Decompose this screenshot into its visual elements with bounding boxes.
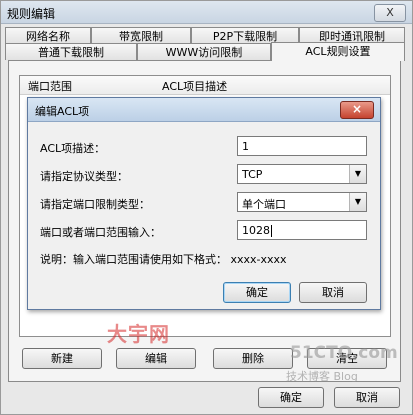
watermark-51cto: 51CTO.com bbox=[290, 343, 398, 363]
column-port-range[interactable]: 端口范围 bbox=[28, 78, 72, 94]
text-caret bbox=[271, 225, 272, 237]
acl-description-label: ACL项描述： bbox=[40, 142, 106, 155]
watermark-blog: 技术博客 Blog bbox=[286, 370, 358, 383]
tab-network-name[interactable]: 网络名称 bbox=[5, 27, 91, 44]
edit-button[interactable]: 编辑 bbox=[116, 348, 196, 369]
format-note: 说明：输入端口范围请使用如下格式： xxxx-xxxx bbox=[40, 253, 287, 266]
dialog-close-button[interactable]: × bbox=[340, 101, 374, 119]
acl-description-value: 1 bbox=[242, 140, 249, 153]
watermark-dayuwang: 大宇网 bbox=[107, 322, 170, 346]
tab-www-access-limit[interactable]: WWW访问限制 bbox=[137, 43, 271, 60]
port-range-input-label: 端口或者端口范围输入： bbox=[40, 226, 161, 239]
tab-bandwidth-limit[interactable]: 带宽限制 bbox=[91, 27, 191, 44]
protocol-type-value: TCP bbox=[242, 168, 263, 181]
chevron-down-icon[interactable]: ▼ bbox=[349, 193, 366, 211]
acl-list-header: 端口范围 ACL项目描述 bbox=[20, 76, 390, 95]
chevron-down-icon[interactable]: ▼ bbox=[349, 165, 366, 183]
window-title: 规则编辑 bbox=[7, 7, 56, 21]
port-range-input[interactable]: 1028 bbox=[237, 220, 367, 240]
column-acl-description[interactable]: ACL项目描述 bbox=[162, 78, 227, 94]
ok-button[interactable]: 确定 bbox=[258, 387, 324, 408]
acl-description-input[interactable]: 1 bbox=[237, 136, 367, 156]
new-button[interactable]: 新建 bbox=[22, 348, 102, 369]
window-close-button[interactable]: X bbox=[374, 4, 406, 22]
dialog-cancel-button[interactable]: 取消 bbox=[299, 282, 367, 303]
protocol-type-label: 请指定协议类型： bbox=[40, 170, 128, 183]
dialog-ok-button[interactable]: 确定 bbox=[223, 282, 291, 303]
port-limit-type-select[interactable]: 单个端口 ▼ bbox=[237, 192, 367, 212]
window-titlebar: 规则编辑 X bbox=[1, 1, 412, 24]
dialog-titlebar: 编辑ACL项 × bbox=[28, 98, 380, 122]
tab-normal-download-limit[interactable]: 普通下载限制 bbox=[5, 43, 137, 60]
dialog-title: 编辑ACL项 bbox=[35, 105, 90, 118]
port-limit-type-value: 单个端口 bbox=[242, 198, 286, 211]
edit-acl-dialog: 编辑ACL项 × ACL项描述： 1 请指定协议类型： TCP ▼ 请指定端口限… bbox=[27, 97, 381, 310]
port-range-value: 1028 bbox=[242, 224, 270, 237]
tab-acl-rule-settings[interactable]: ACL规则设置 bbox=[271, 42, 405, 61]
port-limit-type-label: 请指定端口限制类型： bbox=[40, 198, 150, 211]
protocol-type-select[interactable]: TCP ▼ bbox=[237, 164, 367, 184]
delete-button[interactable]: 删除 bbox=[213, 348, 293, 369]
cancel-button[interactable]: 取消 bbox=[334, 387, 400, 408]
